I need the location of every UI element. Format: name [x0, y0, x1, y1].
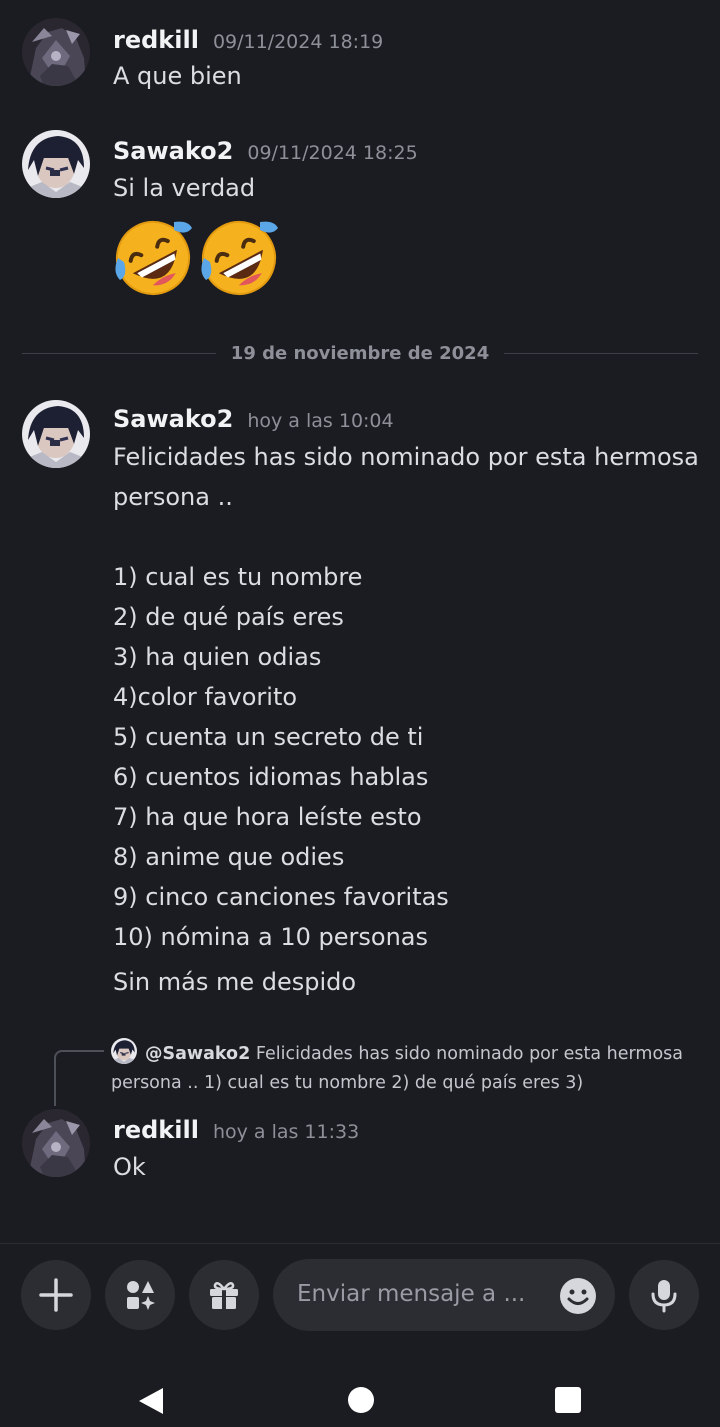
username[interactable]: redkill	[113, 1116, 199, 1144]
avatar[interactable]	[22, 1109, 90, 1177]
message-line: 4)color favorito	[113, 683, 298, 711]
emoji-row	[110, 212, 282, 298]
home-nav-icon[interactable]	[347, 1386, 375, 1414]
rofl-emoji[interactable]	[196, 212, 282, 298]
message-text: A que bien	[113, 62, 242, 90]
message-item: redkill hoy a las 11:33 Ok	[0, 1100, 720, 1220]
message-text: Si la verdad	[113, 174, 256, 202]
emoji-icon[interactable]	[558, 1276, 598, 1316]
apps-icon	[127, 1281, 155, 1310]
gift-button[interactable]	[189, 1260, 259, 1330]
timestamp: hoy a las 10:04	[247, 410, 394, 432]
timestamp: 09/11/2024 18:25	[247, 142, 418, 164]
gift-icon	[210, 1281, 238, 1309]
avatar[interactable]	[22, 130, 90, 198]
reply-text[interactable]: @Sawako2 Felicidades has sido nominado p…	[111, 1040, 711, 1098]
microphone-button[interactable]	[629, 1260, 699, 1330]
reply-preview[interactable]: @Sawako2 Felicidades has sido nominado p…	[0, 1036, 720, 1106]
reply-mention[interactable]: @Sawako2	[145, 1044, 250, 1064]
plus-button[interactable]	[21, 1260, 91, 1330]
message-line: 8) anime que odies	[113, 843, 345, 871]
message-input[interactable]: Enviar mensaje a ...	[273, 1259, 615, 1331]
username[interactable]: Sawako2	[113, 405, 233, 433]
avatar[interactable]	[22, 18, 90, 86]
message-item: Sawako2 09/11/2024 18:25 Si la verdad	[0, 110, 720, 340]
rofl-emoji[interactable]	[110, 212, 196, 298]
message-input-placeholder: Enviar mensaje a ...	[297, 1281, 526, 1307]
message-item: Sawako2 hoy a las 10:04 Felicidades has …	[0, 380, 720, 1020]
message-line: 5) cuenta un secreto de ti	[113, 723, 424, 751]
chat-area: redkill 09/11/2024 18:19 A que bien Sawa…	[0, 0, 720, 1243]
timestamp: hoy a las 11:33	[212, 1121, 360, 1143]
message-line: 7) ha que hora leíste esto	[113, 803, 422, 831]
message-line: Felicidades has sido nominado por esta h…	[113, 443, 699, 471]
reply-connector	[54, 1050, 104, 1106]
plus-icon	[39, 1278, 73, 1312]
message-line: 6) cuentos idiomas hablas	[113, 763, 429, 791]
username[interactable]: redkill	[113, 26, 199, 54]
message-item: redkill 09/11/2024 18:19 A que bien	[0, 0, 720, 110]
username[interactable]: Sawako2	[113, 137, 233, 165]
system-nav-bar	[0, 1360, 720, 1427]
recents-nav-icon[interactable]	[554, 1386, 582, 1414]
avatar[interactable]	[22, 400, 90, 468]
message-line: 9) cinco canciones favoritas	[113, 883, 449, 911]
composer-bar: Enviar mensaje a ...	[0, 1243, 720, 1427]
timestamp: 09/11/2024 18:19	[212, 31, 384, 53]
microphone-icon	[651, 1280, 677, 1313]
message-text: Ok	[113, 1153, 146, 1181]
message-line: persona ..	[113, 483, 233, 511]
message-closing: Sin más me despido	[113, 968, 357, 996]
apps-button[interactable]	[105, 1260, 175, 1330]
message-line: 1) cual es tu nombre	[113, 563, 363, 591]
message-line: 10) nómina a 10 personas	[113, 923, 428, 951]
back-nav-icon[interactable]	[137, 1386, 165, 1416]
date-divider: 19 de noviembre de 2024	[22, 342, 699, 364]
message-line: 3) ha quien odias	[113, 643, 322, 671]
message-line: 2) de qué país eres	[113, 603, 344, 631]
date-divider-label: 19 de noviembre de 2024	[230, 342, 490, 364]
